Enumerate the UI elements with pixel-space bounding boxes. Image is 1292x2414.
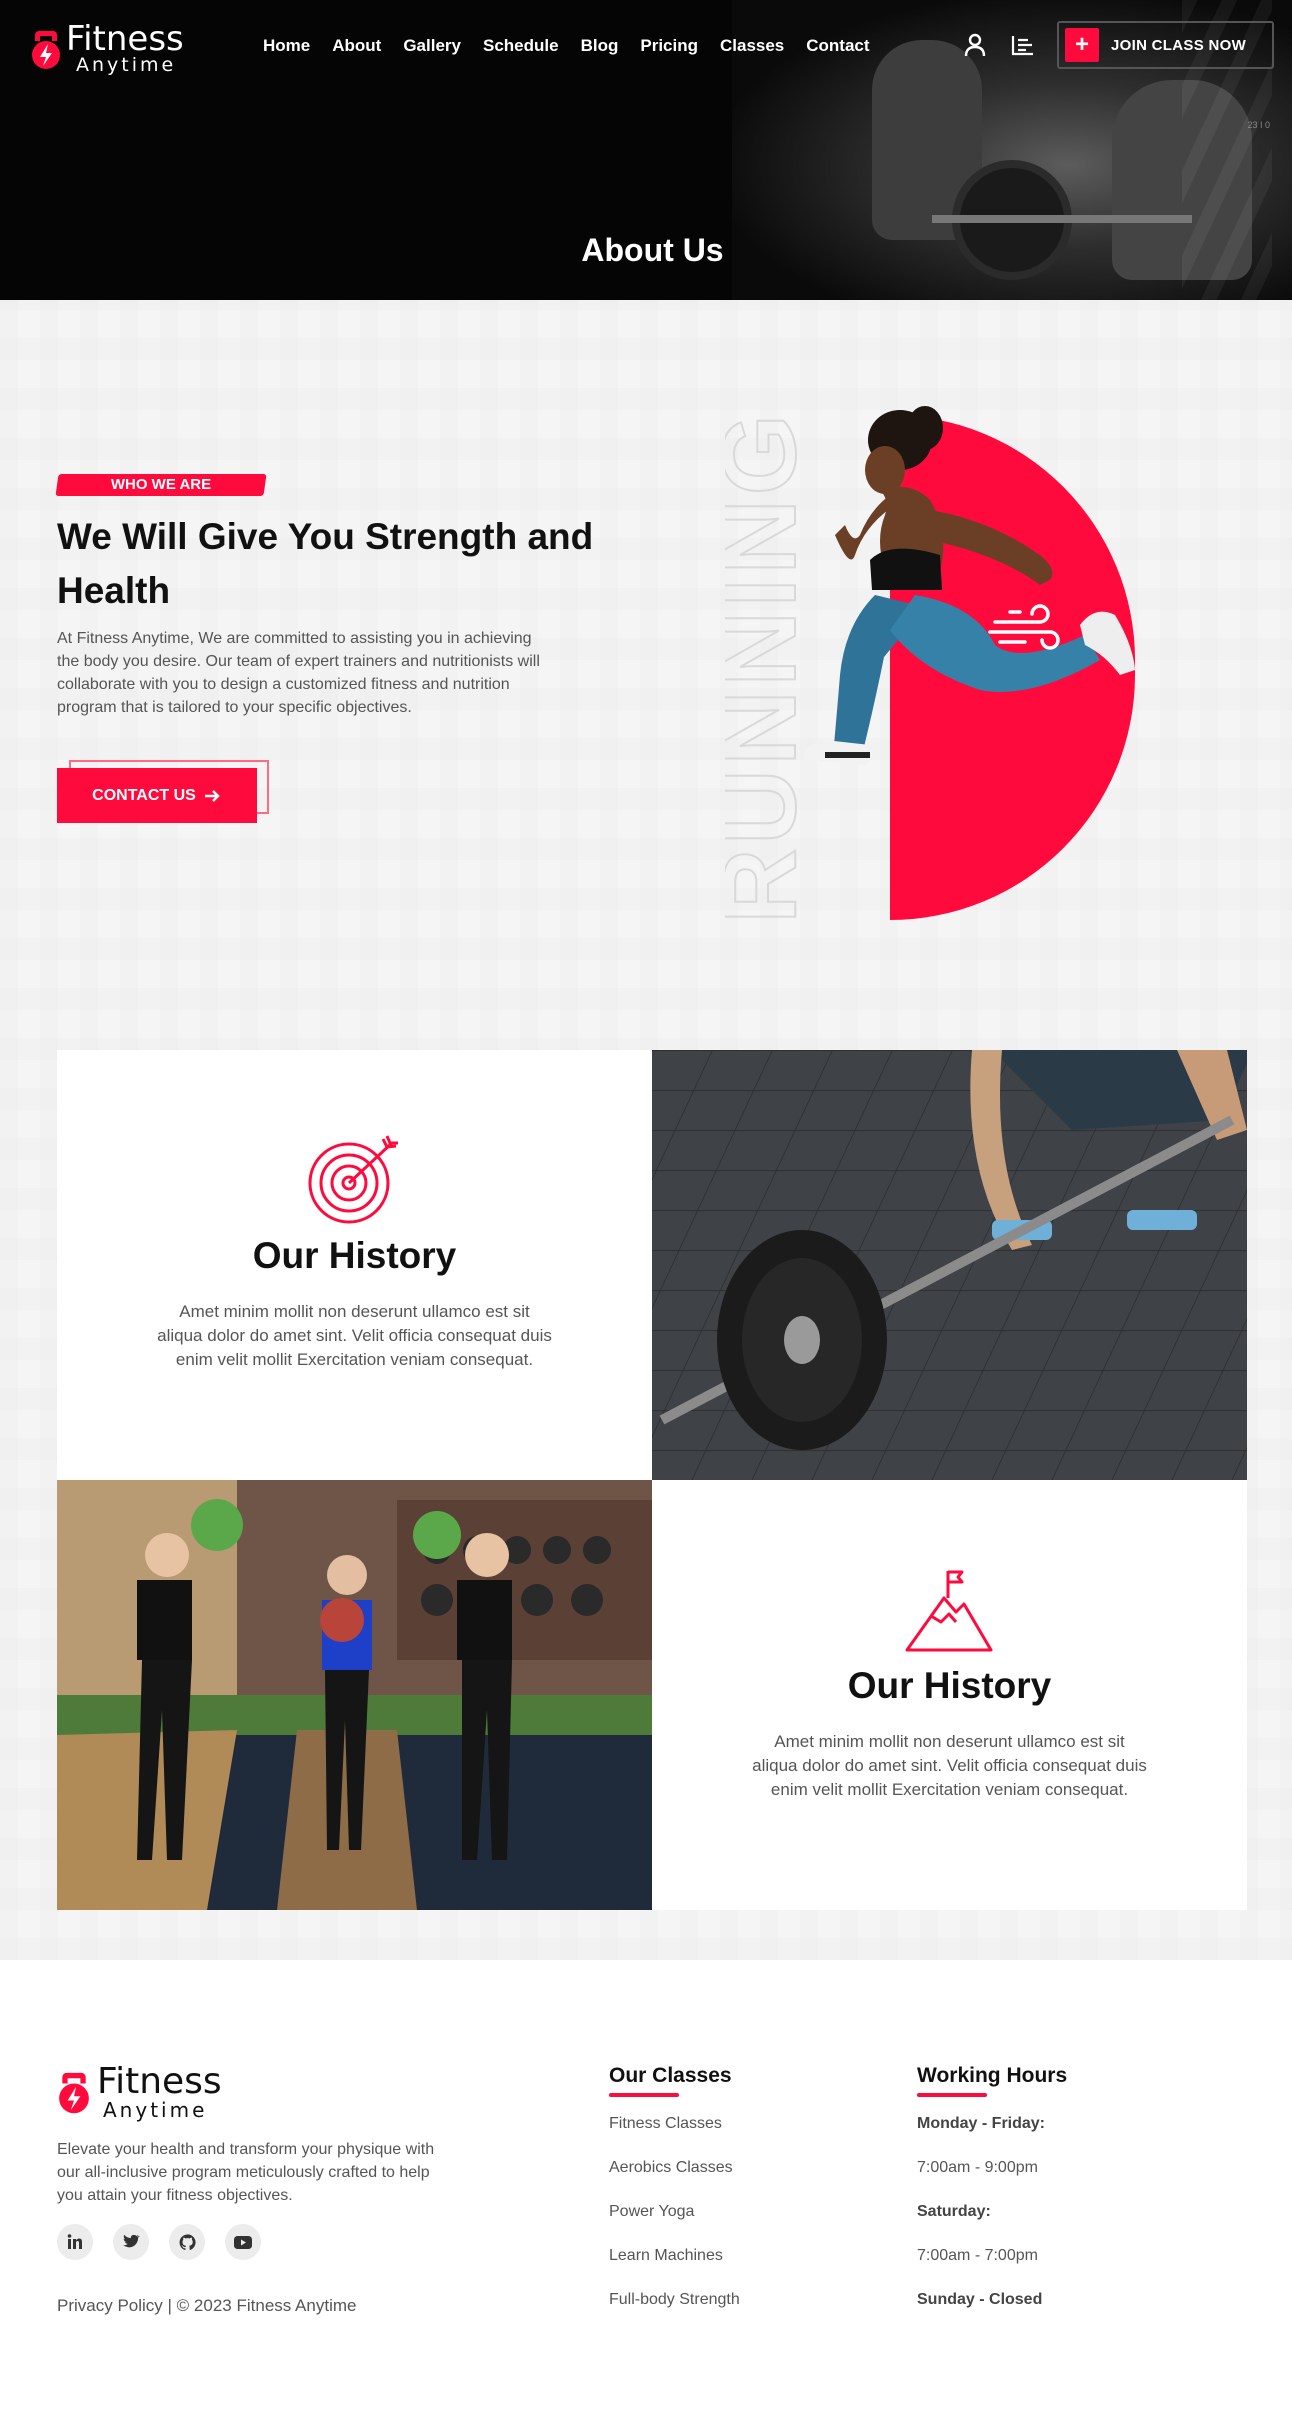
footer: Fitness Anytime Elevate your health and …: [0, 1960, 1292, 2414]
arrow-right-icon: [204, 789, 220, 802]
card-2-title: Our History: [847, 1665, 1052, 1706]
footer-logo-line2: Anytime: [103, 2098, 208, 2122]
kettlebell-icon: [59, 2072, 89, 2114]
copyright-text: | © 2023 Fitness Anytime: [167, 2296, 357, 2315]
footer-logo[interactable]: Fitness Anytime: [57, 2064, 222, 2120]
about-section: WHO WE ARE We Will Give You Strength and…: [0, 300, 1292, 1960]
card-1-title: Our History: [252, 1235, 457, 1276]
who-we-are-label: WHO WE ARE: [110, 476, 212, 493]
logo-line2: Anytime: [76, 54, 177, 76]
nav-schedule[interactable]: Schedule: [483, 36, 559, 56]
card-1-text: Amet minim mollit non deserunt ullamco e…: [157, 1302, 552, 1369]
contact-button-wrap: CONTACT US: [57, 760, 269, 823]
github-icon[interactable]: [169, 2224, 205, 2260]
nav-blog[interactable]: Blog: [581, 36, 619, 56]
join-class-button[interactable]: + JOIN CLASS NOW: [1057, 21, 1274, 69]
footer-description: Elevate your health and transform your p…: [57, 2141, 435, 2204]
nav-home[interactable]: Home: [263, 36, 310, 56]
page-title: About Us: [581, 232, 724, 268]
hours-value-weekdays: 7:00am - 9:00pm: [917, 2159, 1038, 2176]
mountain-flag-icon: [905, 1570, 993, 1652]
who-we-are-badge: WHO WE ARE: [55, 470, 267, 500]
main-nav: Home About Gallery Schedule Blog Pricing…: [263, 36, 892, 56]
contact-us-label: CONTACT US: [92, 786, 196, 804]
class-link-full-body[interactable]: Full-body Strength: [609, 2290, 740, 2334]
group-training-photo: [57, 1480, 652, 1910]
our-classes-column: Our Classes Fitness Classes Aerobics Cla…: [609, 2064, 740, 2334]
about-heading: We Will Give You Strength and Health: [57, 516, 594, 611]
header-icons: [962, 32, 1036, 58]
social-links: [57, 2224, 261, 2260]
nav-pricing[interactable]: Pricing: [640, 36, 698, 56]
about-paragraph: At Fitness Anytime, We are committed to …: [57, 630, 540, 716]
contact-us-button[interactable]: CONTACT US: [57, 768, 257, 823]
plus-icon: +: [1065, 28, 1099, 62]
youtube-icon[interactable]: [225, 2224, 261, 2260]
kettlebell-icon: [30, 27, 62, 71]
class-link-power-yoga[interactable]: Power Yoga: [609, 2202, 740, 2246]
linkedin-icon[interactable]: [57, 2224, 93, 2260]
wind-icon: [988, 604, 1060, 650]
twitter-icon[interactable]: [113, 2224, 149, 2260]
hours-sunday-closed: Sunday - Closed: [917, 2291, 1043, 2308]
hours-label-weekdays: Monday - Friday:: [917, 2115, 1046, 2132]
class-link-aerobics[interactable]: Aerobics Classes: [609, 2158, 740, 2202]
hero-small-text: 23 I 0: [1247, 120, 1270, 130]
working-hours-column: Working Hours Monday - Friday: 7:00am - …: [917, 2064, 1067, 2334]
barbell-photo: [652, 1050, 1247, 1480]
hours-value-saturday: 7:00am - 7:00pm: [917, 2247, 1038, 2264]
card-2-text: Amet minim mollit non deserunt ullamco e…: [752, 1732, 1147, 1799]
history-card-1: Our History Amet minim mollit non deseru…: [57, 1050, 652, 1480]
privacy-policy-link[interactable]: Privacy Policy: [57, 2296, 163, 2315]
class-link-fitness[interactable]: Fitness Classes: [609, 2114, 740, 2158]
working-hours-heading: Working Hours: [917, 2064, 1067, 2097]
join-class-label: JOIN CLASS NOW: [1111, 36, 1247, 54]
user-icon[interactable]: [962, 32, 988, 58]
footer-logo-line1: Fitness: [97, 2061, 222, 2102]
running-woman-image: [804, 406, 1135, 765]
menu-lines-icon[interactable]: [1010, 32, 1036, 58]
brand-logo[interactable]: Fitness Anytime: [30, 22, 184, 75]
hero-header: 23 I 0 Fitness Anytime Home About Galler…: [0, 0, 1292, 300]
hours-label-saturday: Saturday:: [917, 2203, 991, 2220]
footer-copyright-line: Privacy Policy | © 2023 Fitness Anytime: [57, 2296, 356, 2316]
nav-about[interactable]: About: [332, 36, 381, 56]
nav-gallery[interactable]: Gallery: [403, 36, 461, 56]
history-card-2: Our History Amet minim mollit non deseru…: [652, 1480, 1247, 1910]
class-link-learn-machines[interactable]: Learn Machines: [609, 2246, 740, 2290]
our-classes-heading: Our Classes: [609, 2064, 740, 2097]
target-arrow-icon: [308, 1135, 398, 1224]
logo-line1: Fitness: [66, 19, 184, 59]
nav-classes[interactable]: Classes: [720, 36, 784, 56]
nav-contact[interactable]: Contact: [806, 36, 869, 56]
